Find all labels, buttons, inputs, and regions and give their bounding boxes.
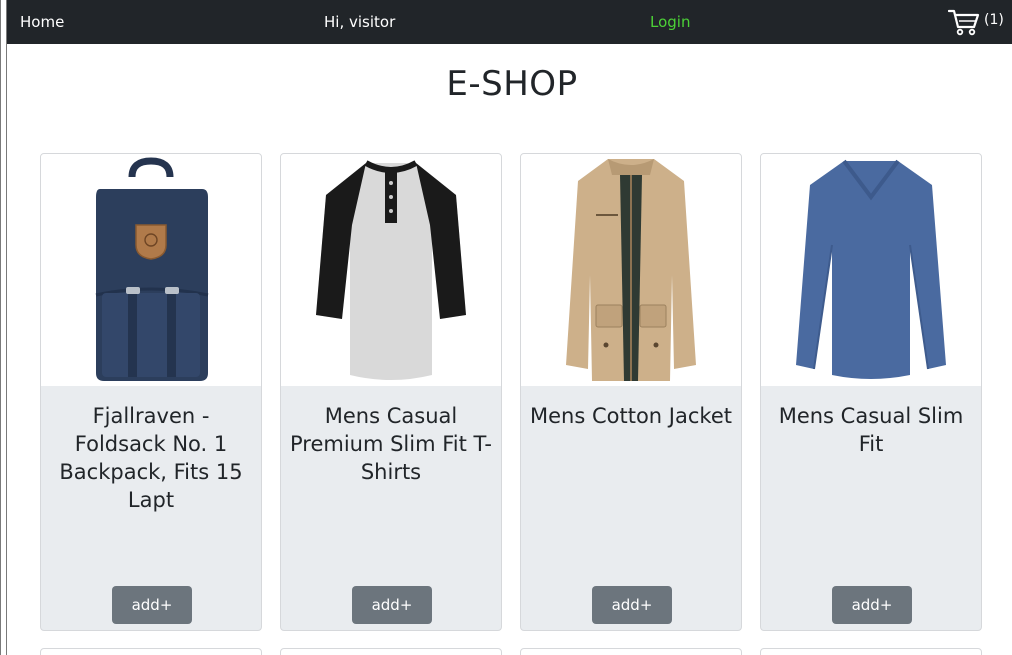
add-to-cart-button[interactable]: add+ — [592, 586, 672, 624]
nav-login-link[interactable]: Login — [650, 12, 690, 32]
product-image — [521, 154, 741, 386]
longsleeve-shirt-icon — [796, 159, 946, 379]
cotton-jacket-icon — [566, 159, 696, 381]
product-image — [281, 154, 501, 386]
app-window: Home Hi, visitor Login (1) E-SHOP Fjallr… — [0, 0, 1012, 655]
product-card-partial — [760, 648, 982, 655]
nav-home-link[interactable]: Home — [20, 12, 64, 32]
product-card-partial — [40, 648, 262, 655]
product-card: Mens Casual Slim Fit add+ — [760, 153, 982, 631]
add-to-cart-button[interactable]: add+ — [112, 586, 192, 624]
product-title: Mens Casual Slim Fit — [778, 404, 964, 456]
add-to-cart-button[interactable]: add+ — [352, 586, 432, 624]
raglan-tshirt-icon — [316, 160, 466, 380]
product-card: Mens Cotton Jacket add+ — [520, 153, 742, 631]
product-card: Fjallraven - Foldsack No. 1 Backpack, Fi… — [40, 153, 262, 631]
backpack-icon — [95, 157, 209, 381]
product-image — [761, 154, 981, 386]
add-to-cart-button[interactable]: add+ — [832, 586, 912, 624]
cart-count: (1) — [984, 12, 1004, 28]
cart-button[interactable]: (1) — [948, 8, 1004, 36]
window-left-border — [0, 0, 7, 655]
product-card-partial — [280, 648, 502, 655]
product-card-partial — [520, 648, 742, 655]
user-greeting: Hi, visitor — [324, 13, 396, 31]
product-image — [41, 154, 261, 386]
cart-icon — [948, 9, 980, 36]
window-left-border-inner — [1, 0, 6, 655]
product-title: Fjallraven - Foldsack No. 1 Backpack, Fi… — [59, 404, 243, 512]
product-title: Mens Cotton Jacket — [530, 404, 732, 428]
product-card: Mens Casual Premium Slim Fit T-Shirts ad… — [280, 153, 502, 631]
top-navbar: Home Hi, visitor Login (1) — [0, 0, 1012, 44]
page-title: E-SHOP — [446, 64, 578, 104]
product-title: Mens Casual Premium Slim Fit T-Shirts — [289, 404, 493, 484]
